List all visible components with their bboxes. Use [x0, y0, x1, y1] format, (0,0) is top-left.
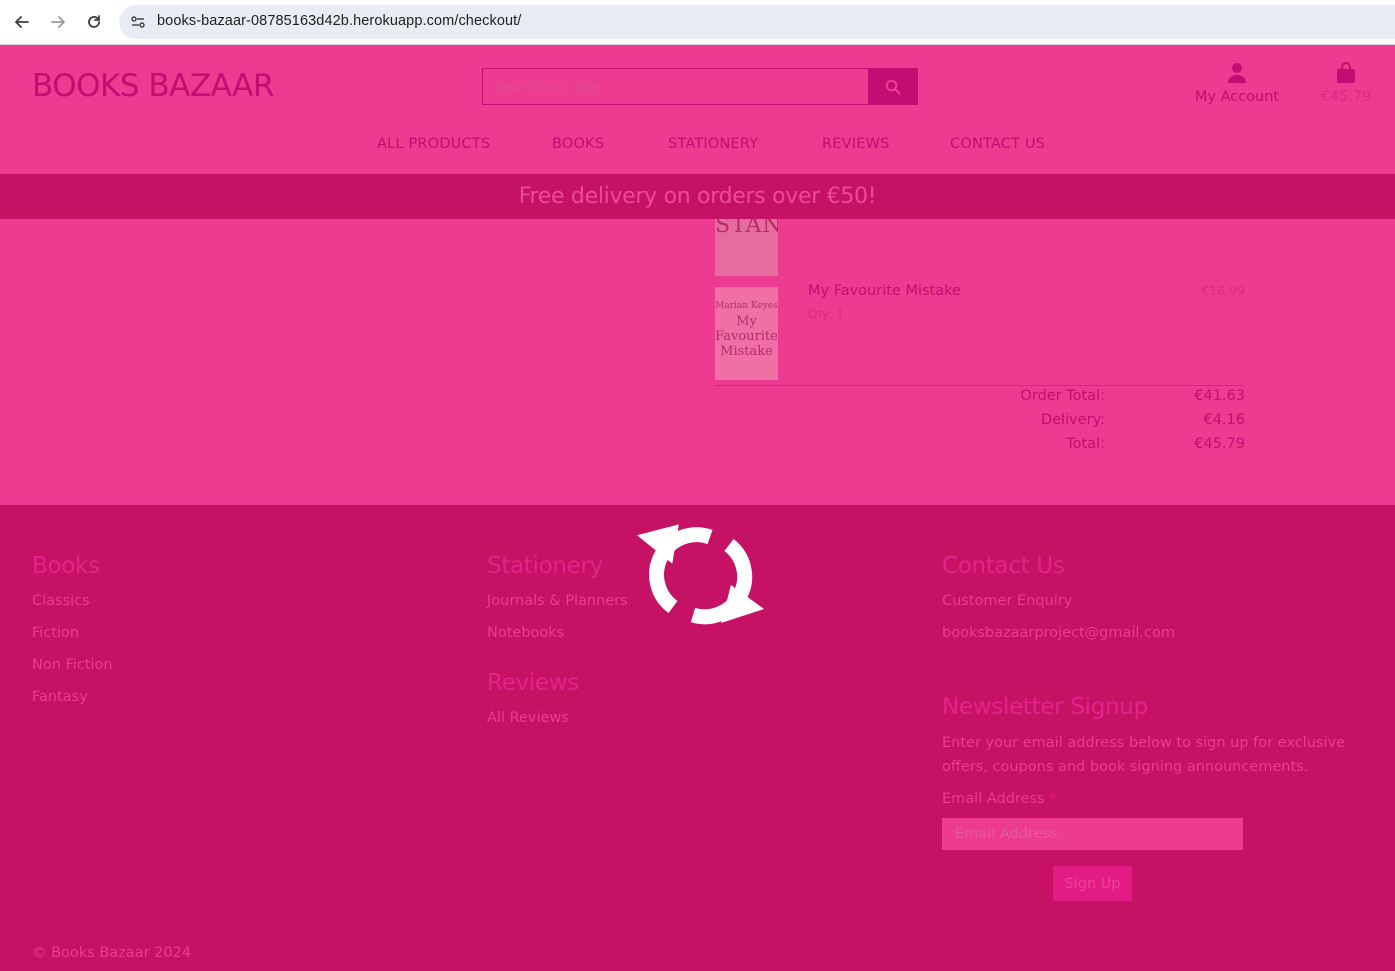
cover-author-text: Marian Keyes [715, 301, 778, 311]
search-button[interactable] [868, 68, 918, 105]
search-box [482, 68, 869, 105]
book-cover-image: STAND [715, 219, 778, 276]
order-total-value: €41.63 [1194, 388, 1245, 404]
delivery-label: Delivery: [1040, 412, 1105, 428]
copyright-text: © Books Bazaar 2024 [32, 945, 192, 961]
summary-divider [715, 385, 1245, 386]
nav-books[interactable]: BOOKS [552, 136, 604, 152]
address-bar[interactable]: books-bazaar-08785163d42b.herokuapp.com/… [119, 5, 1395, 39]
grand-total-value: €45.79 [1194, 436, 1245, 452]
footer-link-email[interactable]: booksbazaarproject@gmail.com [942, 625, 1175, 641]
newsletter-description-line: offers, coupons and book signing announc… [942, 759, 1309, 775]
required-asterisk: * [1049, 791, 1057, 807]
newsletter-email-input[interactable] [942, 818, 1243, 850]
my-account-label: My Account [1194, 89, 1280, 105]
forward-arrow-icon[interactable] [46, 10, 70, 34]
browser-toolbar: books-bazaar-08785163d42b.herokuapp.com/… [0, 0, 1395, 45]
cover-title-text: My [736, 314, 757, 329]
url-text[interactable]: books-bazaar-08785163d42b.herokuapp.com/… [157, 13, 521, 29]
order-item-price: €16.99 [1201, 283, 1245, 298]
bag-total: €45.79 [1320, 89, 1372, 105]
loading-spinner [636, 521, 766, 631]
footer-link-fantasy[interactable]: Fantasy [32, 689, 88, 705]
newsletter-heading: Newsletter Signup [942, 694, 1148, 720]
footer-contact-heading: Contact Us [942, 553, 1065, 579]
user-icon [1228, 63, 1246, 83]
order-item-title: My Favourite Mistake [808, 283, 961, 299]
grand-total-label: Total: [1066, 436, 1105, 452]
nav-all-products[interactable]: ALL PRODUCTS [377, 136, 490, 152]
promo-banner: Free delivery on orders over €50! [0, 174, 1395, 219]
main-nav: ALL PRODUCTS BOOKS STATIONERY REVIEWS CO… [0, 136, 1395, 156]
site-logo[interactable]: BOOKS BAZAAR [32, 68, 274, 104]
back-arrow-icon[interactable] [10, 10, 34, 34]
footer-reviews-heading: Reviews [487, 670, 579, 696]
my-account-link[interactable]: My Account [1190, 62, 1284, 105]
footer-link-journals-planners[interactable]: Journals & Planners [487, 593, 628, 609]
nav-contact-us[interactable]: CONTACT US [950, 136, 1045, 152]
footer-stationery-heading: Stationery [487, 553, 603, 579]
footer-books-heading: Books [32, 553, 100, 579]
book-cover-image: Marian Keyes My Favourite Mistake [715, 287, 778, 380]
shopping-bag-icon [1337, 62, 1355, 83]
cover-title-text: Mistake [720, 344, 773, 359]
footer-link-non-fiction[interactable]: Non Fiction [32, 657, 113, 673]
sign-up-button[interactable]: Sign Up [1053, 866, 1132, 901]
search-input[interactable] [483, 69, 868, 104]
refresh-spinner-icon [636, 524, 764, 625]
nav-stationery[interactable]: STATIONERY [668, 136, 758, 152]
newsletter-description-line: Enter your email address below to sign u… [942, 735, 1345, 751]
email-address-label: Email Address * [942, 791, 1056, 807]
shopping-bag-link[interactable]: €45.79 [1318, 62, 1374, 105]
footer-link-customer-enquiry[interactable]: Customer Enquiry [942, 593, 1072, 609]
checkout-page: BOOKS BAZAAR My Account €45.79 ALL PRODU… [0, 46, 1395, 971]
site-settings-icon[interactable] [129, 13, 147, 31]
footer-link-classics[interactable]: Classics [32, 593, 90, 609]
cover-title-text: STAND [715, 219, 778, 238]
promo-text: Free delivery on orders over €50! [518, 184, 877, 209]
search-icon [885, 79, 901, 95]
reload-icon[interactable] [82, 10, 106, 34]
cover-title-text: Favourite [715, 329, 778, 344]
order-total-label: Order Total: [1020, 388, 1105, 404]
order-item-qty: Qty: 1 [808, 307, 844, 321]
delivery-value: €4.16 [1203, 412, 1245, 428]
footer-link-notebooks[interactable]: Notebooks [487, 625, 564, 641]
email-label-text: Email Address [942, 791, 1045, 807]
footer-link-fiction[interactable]: Fiction [32, 625, 79, 641]
footer-link-all-reviews[interactable]: All Reviews [487, 710, 569, 726]
nav-reviews[interactable]: REVIEWS [822, 136, 890, 152]
